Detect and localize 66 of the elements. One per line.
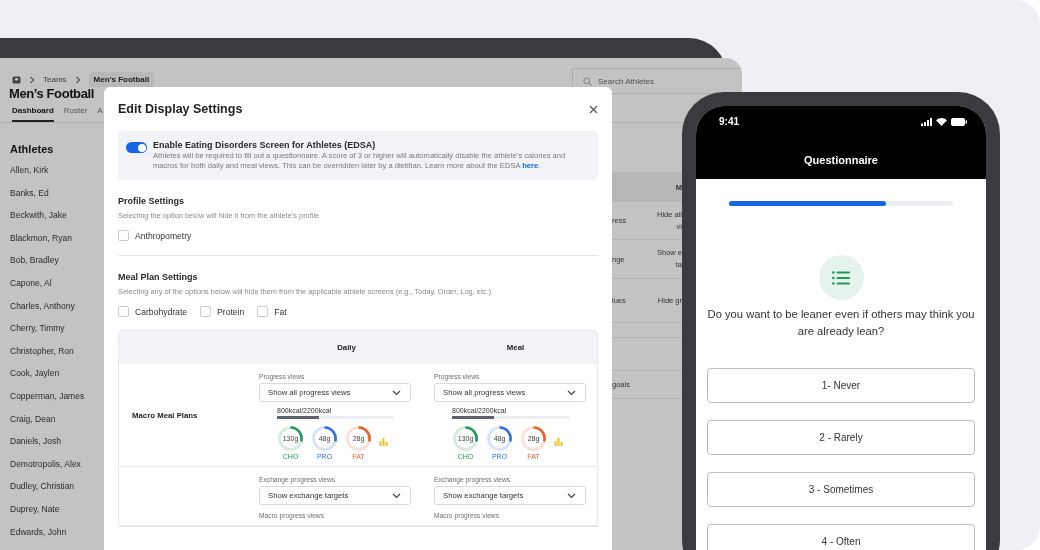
ring-track	[521, 426, 546, 451]
setting-title: Enable Eating Disorders Screen for Athletes (EDSA)	[153, 140, 377, 150]
search-icon	[583, 76, 592, 86]
list-icon	[832, 270, 850, 285]
chevron-down-icon	[392, 492, 401, 499]
checkbox[interactable]	[200, 306, 212, 317]
section-heading: Meal Plan Settings	[118, 272, 199, 282]
tab[interactable]: Roster	[63, 106, 88, 122]
checkbox-label: Anthropometry	[135, 230, 192, 241]
athlete-item[interactable]: Bob, Bradley	[10, 255, 104, 278]
toggle-switch[interactable]	[126, 142, 147, 153]
athlete-item[interactable]: Daniels, Josh	[10, 436, 104, 459]
page-title: Men’s Football	[8, 86, 94, 101]
breadcrumb-current[interactable]: Men’s Football	[88, 72, 155, 87]
tab[interactable]: A	[97, 106, 103, 122]
ring-track	[346, 426, 371, 451]
signal-icon	[921, 117, 932, 126]
athlete-item[interactable]: Edwards, John	[10, 526, 104, 550]
close-icon	[589, 104, 598, 114]
chevron-right-icon	[74, 75, 81, 84]
chevron-down-icon	[392, 389, 401, 396]
close-button[interactable]	[589, 104, 598, 114]
athlete-item[interactable]: Copperman, James	[10, 390, 104, 414]
bar-chart-icon	[379, 437, 388, 446]
chevron-down-icon	[567, 492, 576, 499]
section-heading: Profile Settings	[118, 196, 185, 206]
athlete-item[interactable]: Banks, Ed	[10, 187, 104, 211]
ring-track	[487, 426, 512, 451]
question-text: Do you want to be leaner even if others may think you are already lean?	[706, 307, 976, 339]
ring-track	[278, 426, 303, 451]
checkbox[interactable]	[118, 230, 129, 241]
athlete-item[interactable]: Cherry, Timmy	[10, 323, 104, 346]
checkbox-label: Fat	[274, 306, 287, 317]
ring-track	[312, 426, 337, 451]
checkbox[interactable]	[257, 306, 269, 317]
dialog-title: Edit Display Settings	[118, 102, 243, 116]
answer-button[interactable]: 3 - Sometimes	[707, 472, 975, 507]
athlete-item[interactable]: Christopher, Ron	[10, 345, 104, 369]
answer-button[interactable]: 1- Never	[707, 368, 975, 403]
athlete-item[interactable]: Blackmon, Ryan	[10, 232, 104, 256]
screen-title: Questionnaire	[803, 154, 879, 166]
athlete-item[interactable]: Dudley, Christian	[10, 481, 104, 504]
ring-track	[453, 426, 478, 451]
athlete-item[interactable]: Cook, Jaylen	[10, 368, 104, 391]
athlete-item[interactable]: Duprey, Nate	[10, 503, 104, 527]
athlete-item[interactable]: Allen, Kirk	[10, 165, 104, 188]
chevron-down-icon	[567, 389, 576, 396]
athlete-item[interactable]: Beckwith, Jake	[10, 210, 104, 233]
status-time: 9:41	[719, 116, 739, 127]
checkbox[interactable]	[118, 306, 129, 317]
answer-button[interactable]: 4 - Often	[707, 524, 975, 550]
athlete-item[interactable]: Charles, Anthony	[10, 300, 104, 324]
chevron-right-icon	[29, 75, 35, 84]
checkbox-label: Protein	[217, 306, 245, 317]
bar-chart-icon	[554, 437, 563, 446]
answer-button[interactable]: 2 - Rarely	[707, 420, 975, 455]
tab[interactable]: Dashboard	[12, 106, 54, 122]
checkbox-label: Carbohydrate	[135, 306, 188, 317]
battery-icon	[951, 117, 967, 126]
section-heading: Athletes	[10, 143, 55, 155]
breadcrumb-link[interactable]: Teams	[43, 75, 67, 84]
home-icon[interactable]	[12, 75, 21, 84]
wifi-icon	[936, 117, 947, 126]
athlete-item[interactable]: Craig, Dean	[10, 413, 104, 437]
athlete-item[interactable]: Capone, Al	[10, 277, 104, 301]
athlete-item[interactable]: Demotropolis, Alex	[10, 458, 104, 482]
